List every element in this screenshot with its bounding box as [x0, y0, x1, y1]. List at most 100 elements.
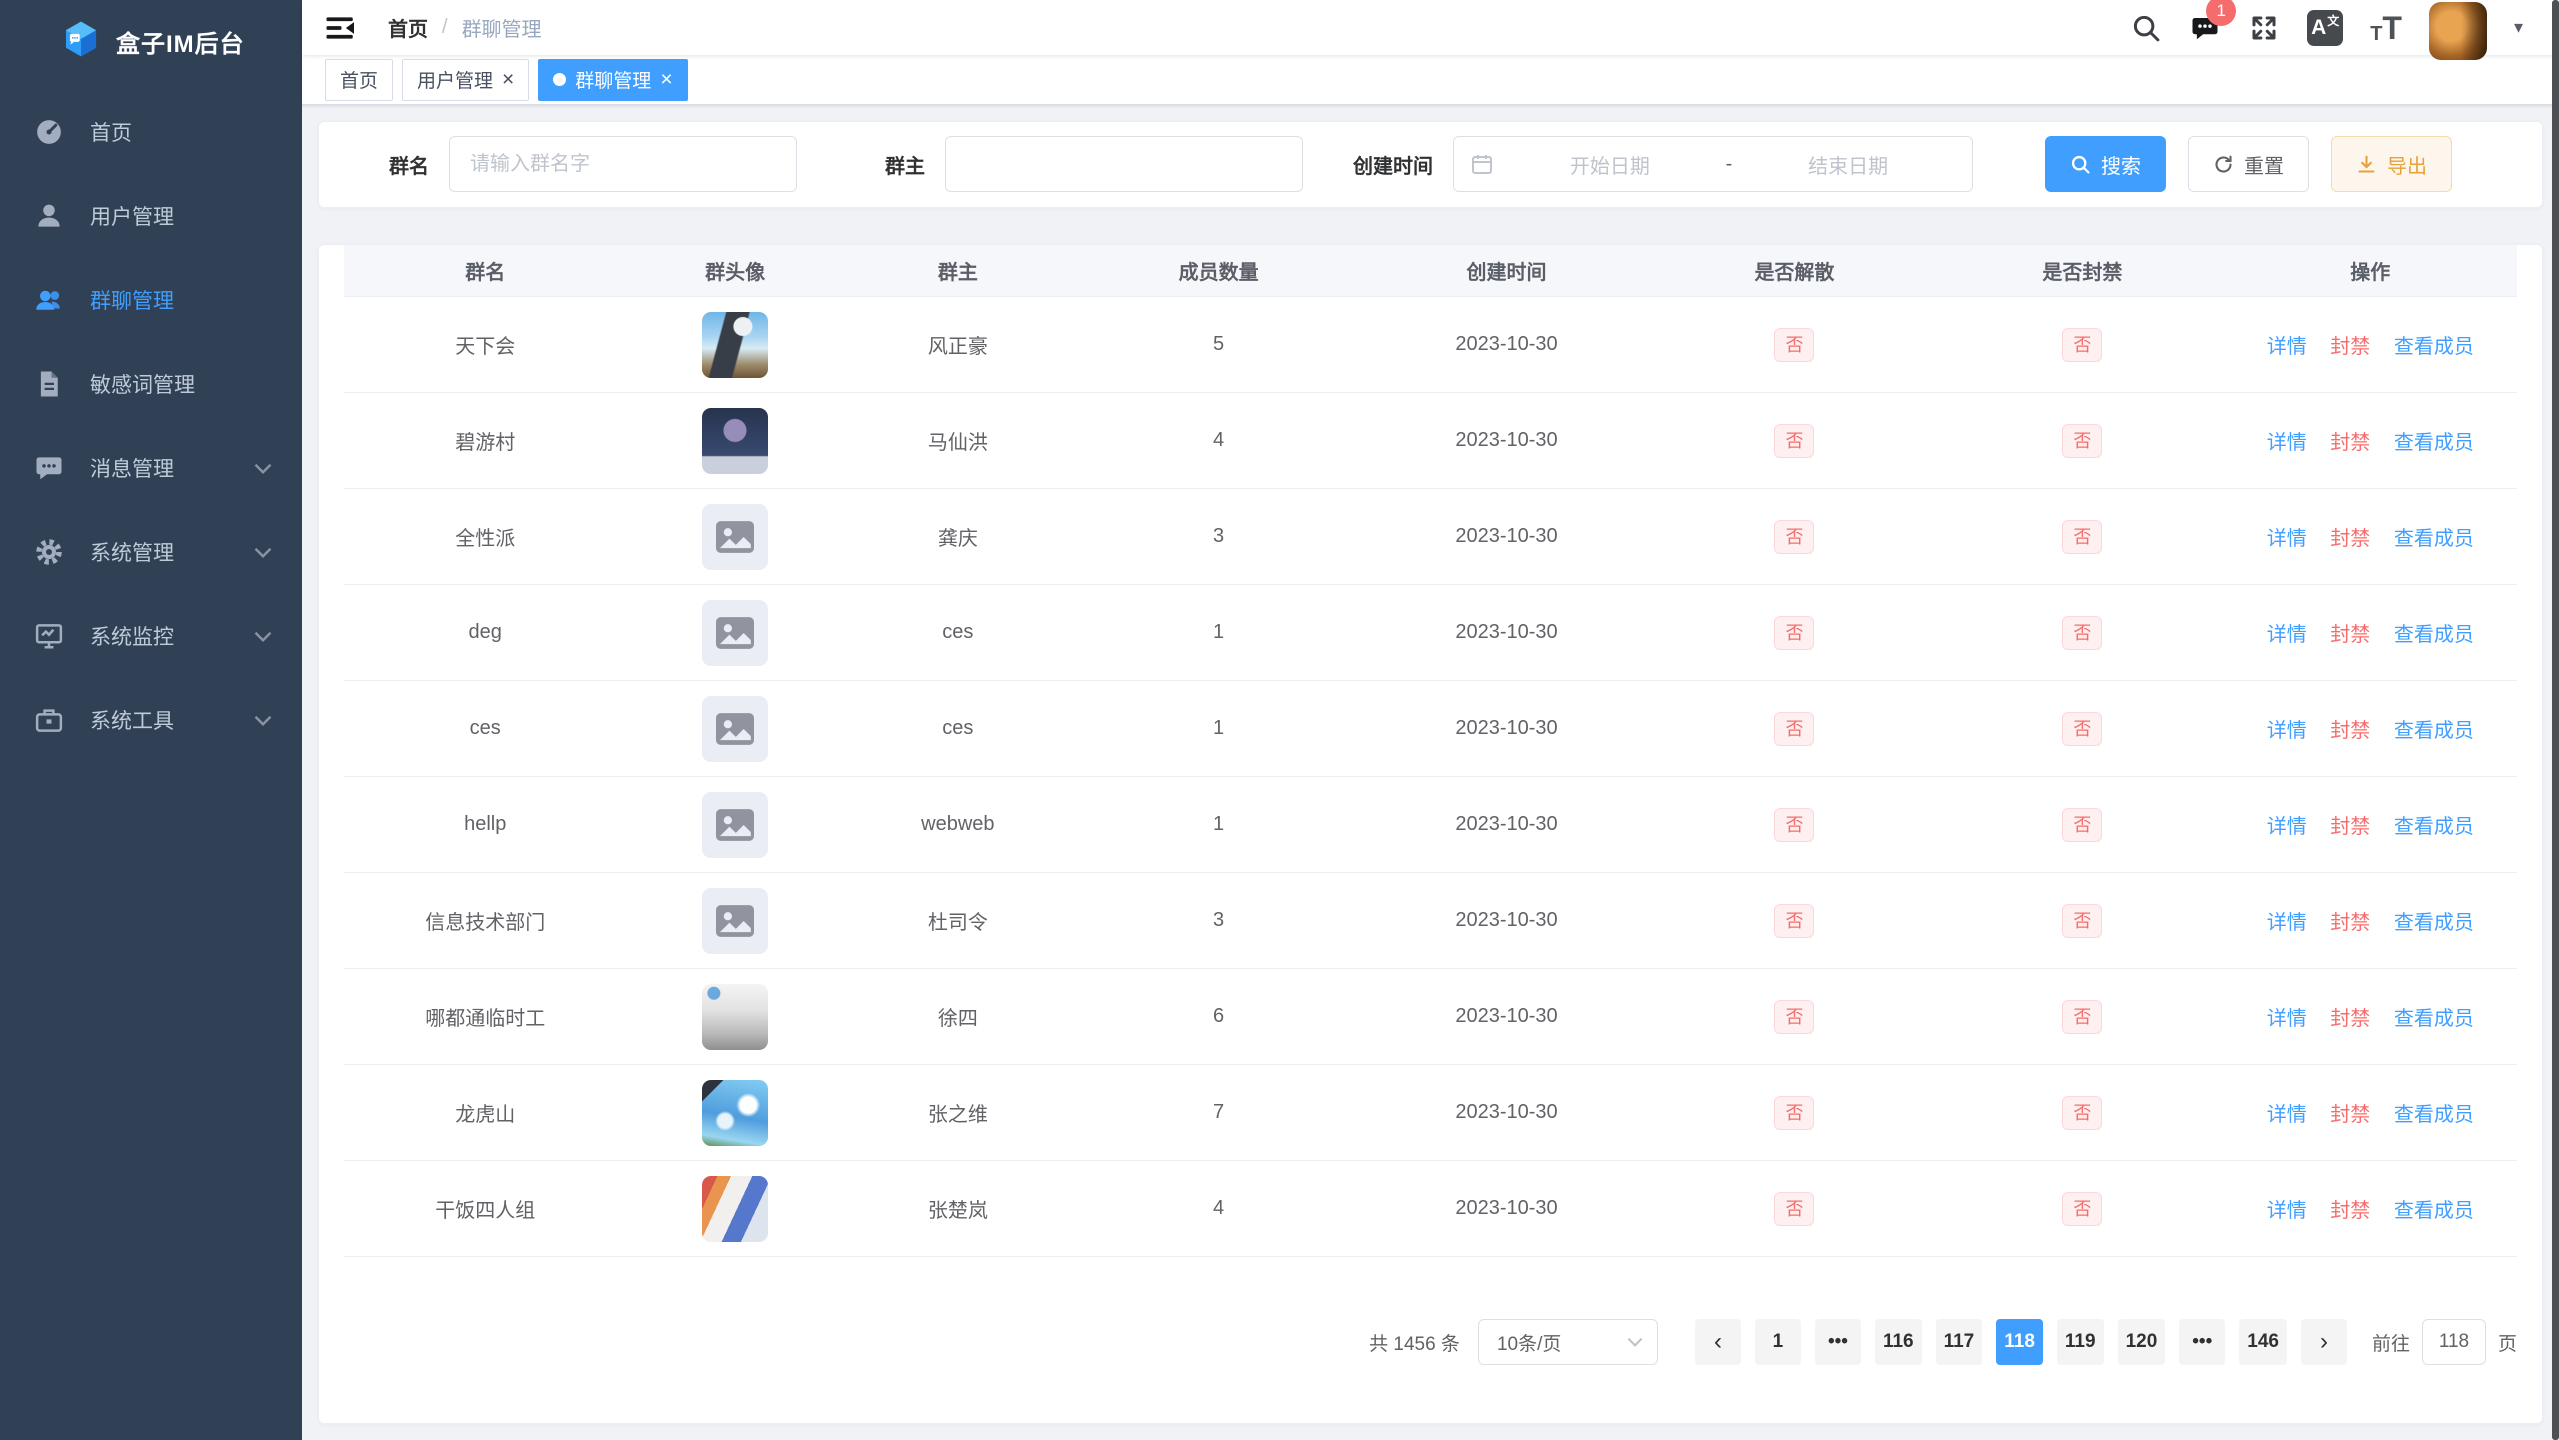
detail-link[interactable]: 详情: [2267, 1008, 2307, 1030]
sidebar-item-message-mgmt[interactable]: 消息管理: [0, 426, 302, 510]
breadcrumb-separator: /: [442, 16, 448, 39]
avatar-caret-icon[interactable]: ▾: [2514, 17, 2523, 38]
cell-owner: webweb: [844, 777, 1072, 873]
tab-user-mgmt[interactable]: 用户管理 ×: [402, 59, 529, 101]
group-name-input[interactable]: [449, 136, 797, 192]
ban-link[interactable]: 封禁: [2330, 720, 2370, 742]
tab-home[interactable]: 首页: [325, 59, 393, 101]
detail-link[interactable]: 详情: [2267, 1104, 2307, 1126]
group-avatar: [702, 408, 768, 474]
page-button-119[interactable]: 119: [2057, 1319, 2104, 1365]
date-range-picker[interactable]: 开始日期 - 结束日期: [1453, 136, 1973, 192]
sidebar-item-group-mgmt[interactable]: 群聊管理: [0, 258, 302, 342]
ban-link[interactable]: 封禁: [2330, 336, 2370, 358]
ban-link[interactable]: 封禁: [2330, 528, 2370, 550]
col-header-avatar: 群头像: [626, 245, 843, 297]
ban-link[interactable]: 封禁: [2330, 912, 2370, 934]
page-button-current[interactable]: 118: [1996, 1319, 2043, 1365]
detail-link[interactable]: 详情: [2267, 1200, 2307, 1222]
dissolved-tag: 否: [1774, 616, 1814, 650]
sidebar-item-users-mgmt[interactable]: 用户管理: [0, 174, 302, 258]
table-card: 群名 群头像 群主 成员数量 创建时间 是否解散 是否封禁 操作 天下会: [318, 244, 2543, 1425]
view-members-link[interactable]: 查看成员: [2394, 624, 2474, 646]
page-button-120[interactable]: 120: [2118, 1319, 2166, 1365]
view-members-link[interactable]: 查看成员: [2394, 720, 2474, 742]
cell-group-name: deg: [344, 585, 626, 681]
jump-page-input[interactable]: [2422, 1319, 2486, 1365]
close-icon[interactable]: ×: [660, 69, 672, 90]
ban-link[interactable]: 封禁: [2330, 1200, 2370, 1222]
ban-link[interactable]: 封禁: [2330, 1104, 2370, 1126]
view-members-link[interactable]: 查看成员: [2394, 1104, 2474, 1126]
view-members-link[interactable]: 查看成员: [2394, 1200, 2474, 1222]
page-button-116[interactable]: 116: [1875, 1319, 1922, 1365]
messages-icon[interactable]: 1: [2189, 12, 2221, 44]
detail-link[interactable]: 详情: [2267, 336, 2307, 358]
detail-link[interactable]: 详情: [2267, 912, 2307, 934]
toolbox-icon: [34, 705, 64, 735]
sidebar-item-home[interactable]: 首页: [0, 90, 302, 174]
cell-owner: 马仙洪: [844, 393, 1072, 489]
banned-tag: 否: [2062, 328, 2102, 362]
ban-link[interactable]: 封禁: [2330, 624, 2370, 646]
cell-group-name: ces: [344, 681, 626, 777]
image-placeholder-icon: [716, 809, 754, 841]
page-button-1[interactable]: 1: [1755, 1319, 1801, 1365]
logo[interactable]: 盒子IM后台: [0, 0, 302, 82]
page-button-117[interactable]: 117: [1936, 1319, 1983, 1365]
page-scrollbar[interactable]: [2552, 0, 2559, 1440]
detail-link[interactable]: 详情: [2267, 432, 2307, 454]
font-size-icon[interactable]: TT: [2370, 12, 2402, 44]
view-members-link[interactable]: 查看成员: [2394, 432, 2474, 454]
chevron-down-icon: [254, 631, 272, 642]
active-dot: [553, 73, 566, 86]
start-date-placeholder[interactable]: 开始日期: [1502, 150, 1718, 179]
owner-input[interactable]: [945, 136, 1303, 192]
detail-link[interactable]: 详情: [2267, 528, 2307, 550]
sidebar-item-system-tools[interactable]: 系统工具: [0, 678, 302, 762]
detail-link[interactable]: 详情: [2267, 720, 2307, 742]
sidebar-item-label: 系统管理: [90, 537, 174, 567]
sidebar-item-system-monitor[interactable]: 系统监控: [0, 594, 302, 678]
more-pages-left[interactable]: •••: [1815, 1319, 1861, 1365]
next-page-button[interactable]: ›: [2301, 1319, 2347, 1365]
sidebar-item-system-mgmt[interactable]: 系统管理: [0, 510, 302, 594]
reset-button[interactable]: 重置: [2188, 136, 2309, 192]
view-members-link[interactable]: 查看成员: [2394, 816, 2474, 838]
chevron-down-icon: [254, 715, 272, 726]
cell-owner: 龚庆: [844, 489, 1072, 585]
page-size-select[interactable]: 10条/页: [1478, 1319, 1658, 1365]
search-button[interactable]: 搜索: [2045, 136, 2166, 192]
view-members-link[interactable]: 查看成员: [2394, 1008, 2474, 1030]
end-date-placeholder[interactable]: 结束日期: [1740, 150, 1956, 179]
ban-link[interactable]: 封禁: [2330, 1008, 2370, 1030]
fullscreen-icon[interactable]: [2248, 12, 2280, 44]
tab-group-mgmt[interactable]: 群聊管理 ×: [538, 59, 687, 101]
detail-link[interactable]: 详情: [2267, 816, 2307, 838]
cell-created: 2023-10-30: [1365, 297, 1647, 393]
view-members-link[interactable]: 查看成员: [2394, 528, 2474, 550]
view-members-link[interactable]: 查看成员: [2394, 336, 2474, 358]
cell-members: 1: [1072, 777, 1365, 873]
cell-owner: 风正豪: [844, 297, 1072, 393]
view-members-link[interactable]: 查看成员: [2394, 912, 2474, 934]
table-row: 天下会 风正豪 5 2023-10-30 否 否 详情 封禁 查看成员: [344, 297, 2517, 393]
page-button-146[interactable]: 146: [2239, 1319, 2287, 1365]
language-icon[interactable]: A文: [2307, 10, 2343, 46]
ban-link[interactable]: 封禁: [2330, 816, 2370, 838]
sidebar-item-label: 系统工具: [90, 705, 174, 735]
table-row: 碧游村 马仙洪 4 2023-10-30 否 否 详情 封禁 查看成员: [344, 393, 2517, 489]
sidebar-item-sensitive-words[interactable]: 敏感词管理: [0, 342, 302, 426]
breadcrumb-home[interactable]: 首页: [388, 13, 428, 42]
close-icon[interactable]: ×: [502, 69, 514, 90]
ban-link[interactable]: 封禁: [2330, 432, 2370, 454]
avatar[interactable]: [2429, 2, 2487, 60]
search-icon[interactable]: [2130, 12, 2162, 44]
total-count: 共 1456 条: [1369, 1329, 1460, 1356]
more-pages-right[interactable]: •••: [2179, 1319, 2225, 1365]
export-button[interactable]: 导出: [2331, 136, 2452, 192]
breadcrumb-current: 群聊管理: [462, 13, 542, 42]
detail-link[interactable]: 详情: [2267, 624, 2307, 646]
prev-page-button[interactable]: ‹: [1695, 1319, 1741, 1365]
collapse-sidebar-button[interactable]: [325, 13, 358, 43]
